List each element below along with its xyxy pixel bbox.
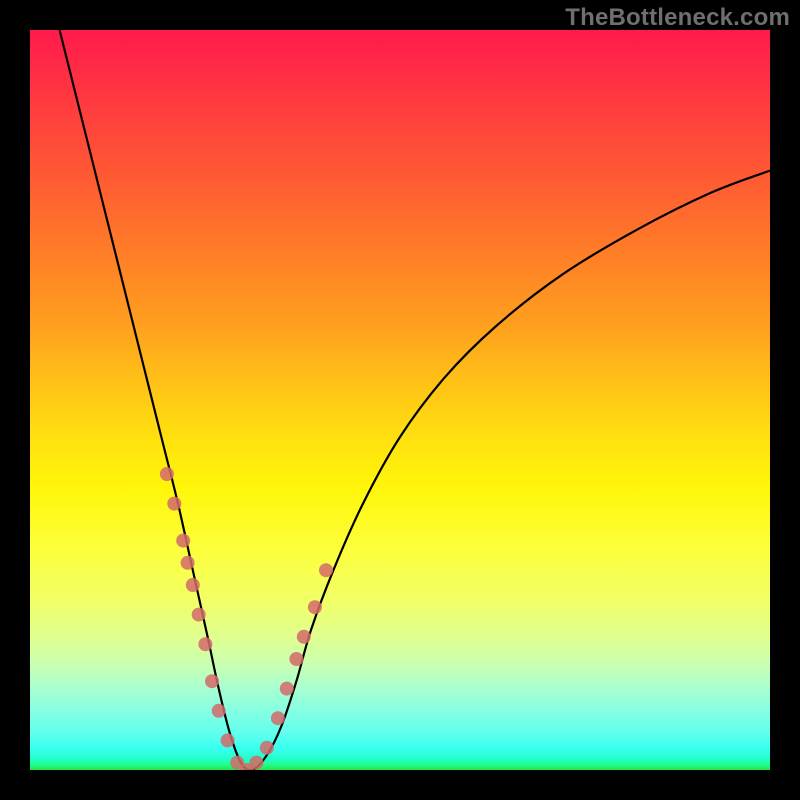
- marker-dot: [198, 637, 212, 651]
- marker-dot: [271, 711, 285, 725]
- marker-dot: [212, 704, 226, 718]
- marker-dot: [221, 733, 235, 747]
- marker-dot: [249, 756, 263, 770]
- marker-dot: [280, 682, 294, 696]
- marker-dot: [181, 556, 195, 570]
- marker-dot: [186, 578, 200, 592]
- bottleneck-curve: [60, 30, 770, 770]
- chart-frame: TheBottleneck.com: [0, 0, 800, 800]
- plot-area: [30, 30, 770, 770]
- marker-dot: [167, 497, 181, 511]
- marker-dot: [176, 534, 190, 548]
- marker-dot: [192, 608, 206, 622]
- marker-dot: [160, 467, 174, 481]
- watermark-text: TheBottleneck.com: [565, 4, 790, 32]
- marker-dot: [319, 563, 333, 577]
- marker-dot: [297, 630, 311, 644]
- chart-svg: [30, 30, 770, 770]
- marker-dot: [308, 600, 322, 614]
- marker-dot: [205, 674, 219, 688]
- marker-dot: [289, 652, 303, 666]
- marker-dot: [260, 741, 274, 755]
- highlight-markers: [160, 467, 333, 770]
